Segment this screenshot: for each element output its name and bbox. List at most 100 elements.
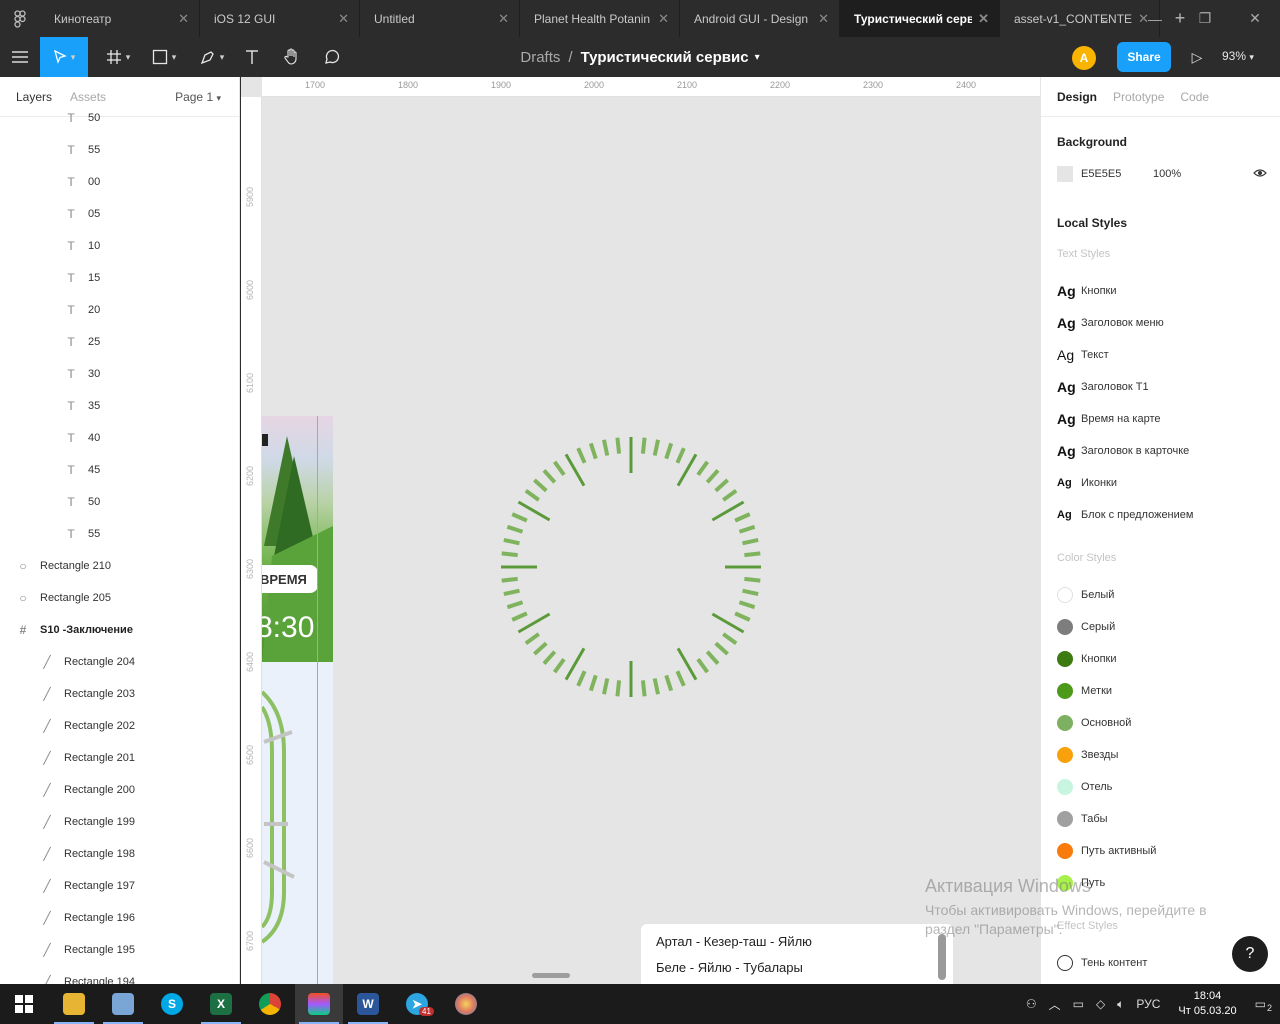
taskbar-calculator[interactable]	[99, 984, 147, 1024]
color-style-row[interactable]: Белый	[1057, 585, 1114, 605]
layer-row[interactable]: ╱ Rectangle 196	[0, 902, 239, 934]
close-icon[interactable]: ✕	[178, 11, 189, 27]
tab-prototype[interactable]: Prototype	[1113, 90, 1164, 104]
color-style-row[interactable]: Звезды	[1057, 745, 1118, 765]
text-style-row[interactable]: Ag Блок с предложением	[1057, 505, 1193, 525]
layer-row[interactable]: ╱ Rectangle 199	[0, 806, 239, 838]
text-tool-button[interactable]	[240, 37, 264, 77]
layer-row[interactable]: ○ Rectangle 205	[0, 582, 239, 614]
dropbox-icon[interactable]: ◇	[1096, 997, 1105, 1011]
taskbar-excel[interactable]: X	[197, 984, 245, 1024]
text-style-row[interactable]: Ag Кнопки	[1057, 281, 1117, 301]
chevron-up-icon[interactable]: ︿	[1049, 996, 1061, 1013]
start-button[interactable]	[0, 984, 48, 1024]
file-tab[interactable]: Untitled ✕	[360, 0, 520, 37]
network-icon[interactable]: ▭	[1073, 997, 1084, 1011]
close-icon[interactable]: ✕	[978, 11, 989, 27]
volume-icon[interactable]: 🔈︎	[1117, 997, 1124, 1012]
close-icon[interactable]: ✕	[658, 11, 669, 27]
effect-style-row[interactable]: Тень контент	[1057, 953, 1147, 973]
route-item[interactable]: Артал - Кезер-таш - Яйлю	[656, 934, 812, 949]
horizontal-scrollbar[interactable]	[532, 973, 570, 978]
color-style-row[interactable]: Путь	[1057, 873, 1105, 893]
text-style-row[interactable]: Ag Заголовок в карточке	[1057, 441, 1189, 461]
comment-tool-button[interactable]	[320, 37, 344, 77]
color-style-row[interactable]: Основной	[1057, 713, 1131, 733]
color-style-row[interactable]: Серый	[1057, 617, 1115, 637]
shape-tool-button[interactable]: ▾	[146, 37, 182, 77]
layer-row[interactable]: ╱ Rectangle 204	[0, 646, 239, 678]
file-tab[interactable]: iOS 12 GUI ✕	[200, 0, 360, 37]
close-icon[interactable]: ✕	[818, 11, 829, 27]
text-style-row[interactable]: Ag Иконки	[1057, 473, 1117, 493]
layer-row[interactable]: T 20	[0, 294, 239, 326]
breadcrumb-drafts[interactable]: Drafts	[520, 49, 560, 66]
layer-row[interactable]: T 50	[0, 486, 239, 518]
people-icon[interactable]: ⚇	[1026, 997, 1037, 1011]
layer-row[interactable]: T 05	[0, 198, 239, 230]
layer-row[interactable]: T 00	[0, 166, 239, 198]
avatar[interactable]: A	[1072, 46, 1096, 70]
layer-row[interactable]: T 55	[0, 134, 239, 166]
color-style-row[interactable]: Метки	[1057, 681, 1112, 701]
language-indicator[interactable]: РУС	[1136, 997, 1160, 1011]
layer-row[interactable]: ╱ Rectangle 200	[0, 774, 239, 806]
layer-row[interactable]: ╱ Rectangle 195	[0, 934, 239, 966]
layer-row[interactable]: ○ Rectangle 210	[0, 550, 239, 582]
chevron-down-icon[interactable]: ⌄	[1080, 0, 1130, 37]
layer-row[interactable]: ╱ Rectangle 198	[0, 838, 239, 870]
layer-row[interactable]: ╱ Rectangle 202	[0, 710, 239, 742]
taskbar-skype[interactable]: S	[148, 984, 196, 1024]
layer-row[interactable]: ╱ Rectangle 194	[0, 966, 239, 984]
file-tab[interactable]: Planet Health Potanin A. ✕	[520, 0, 680, 37]
chevron-down-icon[interactable]: ▾	[755, 52, 760, 63]
layer-row[interactable]: T 40	[0, 422, 239, 454]
taskbar-word[interactable]: W	[344, 984, 392, 1024]
text-style-row[interactable]: Ag Время на карте	[1057, 409, 1160, 429]
close-icon[interactable]: ✕	[498, 11, 509, 27]
background-opacity[interactable]: 100%	[1153, 168, 1181, 180]
color-style-row[interactable]: Табы	[1057, 809, 1108, 829]
taskbar-clock[interactable]: 18:04 Чт 05.03.20	[1178, 989, 1236, 1019]
frame-tool-button[interactable]: ▾	[100, 37, 136, 77]
tab-code[interactable]: Code	[1180, 90, 1209, 104]
layer-row[interactable]: T 25	[0, 326, 239, 358]
frame-s10-partial[interactable]: ВРЕМЯ 8:30	[262, 416, 333, 984]
text-style-row[interactable]: Ag Текст	[1057, 345, 1109, 365]
file-tab[interactable]: Кинотеатр ✕	[40, 0, 200, 37]
minimize-icon[interactable]: —	[1130, 0, 1180, 37]
zoom-level[interactable]: 93% ▾	[1222, 49, 1254, 63]
pen-tool-button[interactable]: ▾	[194, 37, 230, 77]
taskbar-paint[interactable]	[442, 984, 490, 1024]
restore-icon[interactable]: ❐	[1180, 0, 1230, 37]
layer-row[interactable]: ╱ Rectangle 203	[0, 678, 239, 710]
tab-design[interactable]: Design	[1057, 90, 1097, 104]
figma-menu-icon[interactable]	[0, 0, 40, 37]
route-item[interactable]: Беле - Яйлю - Тубалары	[656, 960, 803, 975]
present-play-icon[interactable]: ▷	[1186, 46, 1208, 68]
close-icon[interactable]: ✕	[338, 11, 349, 27]
close-window-icon[interactable]: ✕	[1230, 0, 1280, 37]
layer-row[interactable]: ╱ Rectangle 197	[0, 870, 239, 902]
background-swatch[interactable]	[1057, 166, 1073, 182]
scrollbar-thumb[interactable]	[938, 934, 946, 980]
layer-row[interactable]: T 55	[0, 518, 239, 550]
taskbar-telegram[interactable]: ➤ 41	[393, 984, 441, 1024]
layer-row[interactable]: T 50	[0, 102, 239, 134]
file-tab-active[interactable]: Туристический сервис ✕	[840, 0, 1000, 37]
taskbar-chrome[interactable]	[246, 984, 294, 1024]
layer-row[interactable]: T 35	[0, 390, 239, 422]
background-hex[interactable]: E5E5E5	[1081, 168, 1121, 180]
help-button[interactable]: ?	[1232, 936, 1268, 972]
color-style-row[interactable]: Путь активный	[1057, 841, 1156, 861]
canvas[interactable]: 1700 1800 1900 2000 2100 2200 2300 2400 5900 600…	[241, 77, 1040, 984]
layer-row[interactable]: T 45	[0, 454, 239, 486]
text-style-row[interactable]: Ag Заголовок T1	[1057, 377, 1149, 397]
eye-icon[interactable]	[1253, 166, 1267, 183]
document-title[interactable]: Туристический сервис	[581, 49, 749, 66]
text-style-row[interactable]: Ag Заголовок меню	[1057, 313, 1164, 333]
layer-row[interactable]: T 30	[0, 358, 239, 390]
layer-row[interactable]: ╱ Rectangle 201	[0, 742, 239, 774]
background-fill-row[interactable]: E5E5E5 100%	[1057, 166, 1267, 182]
layer-row[interactable]: T 15	[0, 262, 239, 294]
